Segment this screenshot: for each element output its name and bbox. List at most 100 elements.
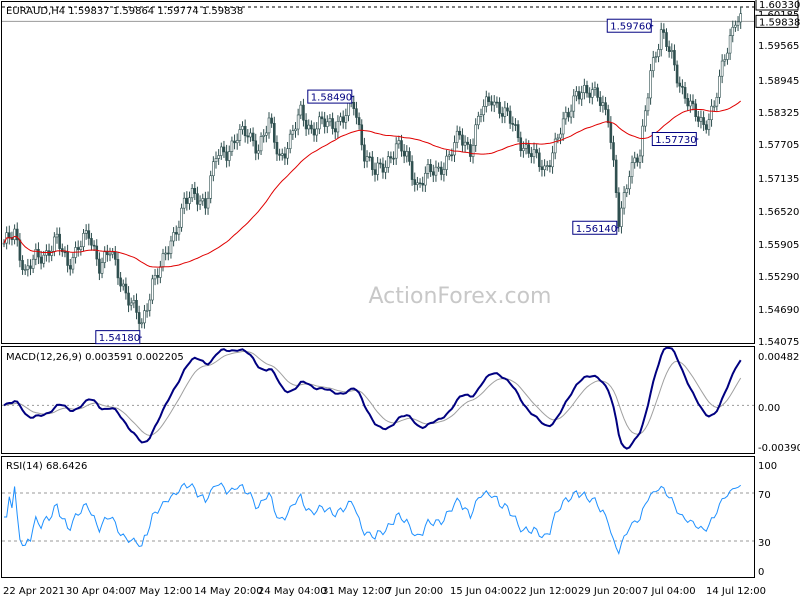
candle <box>21 255 24 275</box>
candle <box>246 129 250 144</box>
time-tick-label: 22 Apr 2021 <box>3 586 65 597</box>
candle <box>455 125 459 149</box>
candle <box>196 186 199 212</box>
rsi-line <box>4 482 742 556</box>
candle <box>439 161 443 181</box>
candle <box>707 113 711 136</box>
candle <box>437 162 440 172</box>
candle <box>108 247 112 262</box>
candle <box>593 81 597 96</box>
candle <box>564 106 568 125</box>
candle <box>365 150 369 168</box>
candle <box>198 195 202 210</box>
candle <box>114 246 117 266</box>
candle <box>402 144 406 164</box>
candle <box>325 115 329 134</box>
candle <box>129 297 133 311</box>
candle <box>201 193 205 206</box>
candle <box>559 127 562 145</box>
candle <box>583 78 586 100</box>
candle <box>492 95 496 113</box>
candle <box>355 101 358 125</box>
candle <box>251 127 255 147</box>
candle <box>132 295 136 309</box>
candle <box>596 83 599 102</box>
price-tick-label: 1.54690 <box>758 305 799 316</box>
price-annotation: 1.57730 <box>651 132 699 147</box>
candle <box>686 93 690 112</box>
candle <box>373 162 377 182</box>
watermark-text: ActionForex.com <box>369 284 552 309</box>
price-annotation: 1.56140 <box>572 220 619 235</box>
macd-tick-label: 0.004821 <box>758 352 800 363</box>
candle <box>508 105 512 129</box>
candle <box>111 248 114 259</box>
price-annotation: 1.54180 <box>95 330 142 345</box>
candle <box>678 76 682 93</box>
time-tick-label: 29 Jun 20:00 <box>578 586 642 597</box>
time-tick-label: 7 May 12:00 <box>130 586 192 597</box>
candle <box>286 142 289 165</box>
candle <box>172 227 175 247</box>
candle <box>66 244 69 273</box>
candle <box>537 147 541 172</box>
candle <box>540 159 544 177</box>
candle <box>15 222 19 247</box>
candle <box>169 235 173 259</box>
candle <box>498 97 501 119</box>
candle <box>575 86 578 102</box>
candle <box>715 92 719 111</box>
candle <box>63 246 67 258</box>
candle <box>704 120 708 134</box>
candle <box>535 144 538 159</box>
candle <box>341 110 345 129</box>
rsi-axis-ticks: 100 70 30 0 <box>758 461 777 578</box>
candle <box>220 142 223 160</box>
candle <box>410 155 414 186</box>
candle <box>288 129 292 154</box>
candle <box>585 80 589 98</box>
candle <box>548 159 552 173</box>
candle <box>723 54 727 67</box>
candle <box>598 91 602 112</box>
candle <box>156 268 159 285</box>
candle <box>416 176 419 191</box>
candle <box>217 149 220 165</box>
candle <box>641 119 644 163</box>
candle <box>26 258 30 277</box>
candle <box>474 118 478 152</box>
candle <box>503 101 507 124</box>
candle <box>530 146 533 164</box>
price-annotation-label: 1.58490 <box>311 93 352 104</box>
price-axis-ticks: 1.60185 1.59565 1.58945 1.58325 1.57705 … <box>758 10 799 348</box>
candle <box>654 51 658 63</box>
macd-tick-label: 0.00 <box>758 403 780 414</box>
candle <box>60 243 64 257</box>
candle <box>222 140 226 158</box>
candle <box>360 119 364 151</box>
candle <box>551 145 554 174</box>
candle <box>736 16 740 32</box>
candle <box>307 119 311 135</box>
candle <box>734 20 737 32</box>
rsi-tick-label: 0 <box>758 567 764 578</box>
candle <box>463 135 467 153</box>
candle <box>471 138 475 164</box>
candle <box>272 116 276 149</box>
candle <box>302 98 305 127</box>
price-tick-label: 1.58945 <box>758 76 799 87</box>
candle <box>556 133 560 144</box>
candle <box>135 293 138 320</box>
candle <box>394 137 398 165</box>
candle <box>280 148 284 161</box>
candle <box>400 134 403 157</box>
candle <box>148 293 152 317</box>
candle <box>352 95 356 116</box>
candle <box>323 111 326 134</box>
candle <box>461 128 464 152</box>
candle <box>188 191 191 210</box>
candle <box>177 220 181 241</box>
candle <box>638 149 642 169</box>
candle <box>42 250 46 268</box>
candle <box>145 303 149 318</box>
